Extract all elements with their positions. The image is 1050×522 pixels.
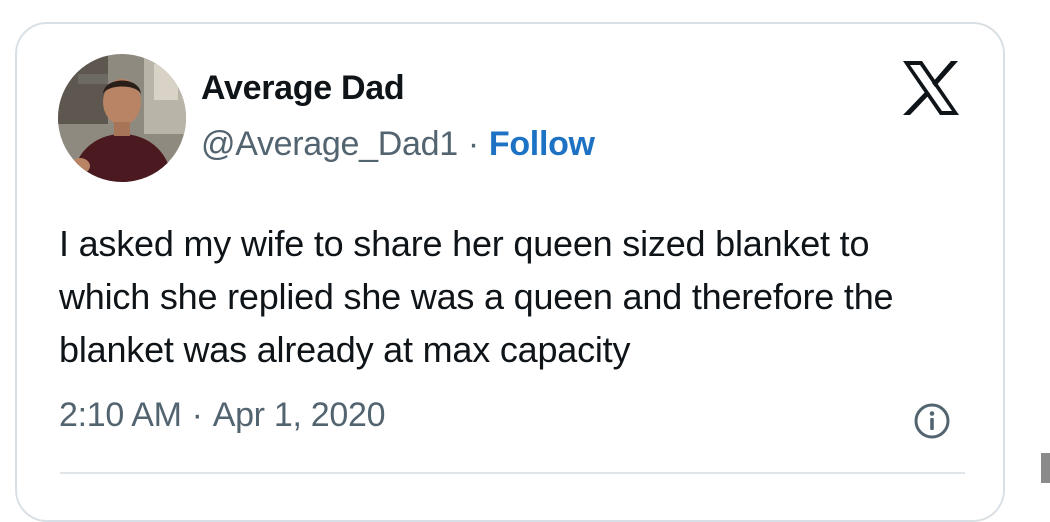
handle-separator: · xyxy=(467,125,479,163)
tweet-text: I asked my wife to share her queen sized… xyxy=(59,223,894,370)
author-name[interactable]: Average Dad xyxy=(201,69,405,108)
timestamp-separator: · xyxy=(191,396,203,434)
avatar[interactable] xyxy=(58,54,186,182)
timestamp-row: 2:10 AM · Apr 1, 2020 xyxy=(59,396,385,435)
x-logo-icon[interactable] xyxy=(901,60,961,116)
follow-button[interactable]: Follow xyxy=(489,125,595,163)
author-handle-row: @Average_Dad1 · Follow xyxy=(201,125,595,164)
tweet-time[interactable]: 2:10 AM xyxy=(59,396,182,434)
info-icon[interactable] xyxy=(913,402,951,440)
divider xyxy=(60,472,965,474)
author-handle[interactable]: @Average_Dad1 xyxy=(201,125,458,163)
tweet-date[interactable]: Apr 1, 2020 xyxy=(213,396,386,434)
scrollbar[interactable] xyxy=(1041,453,1050,483)
